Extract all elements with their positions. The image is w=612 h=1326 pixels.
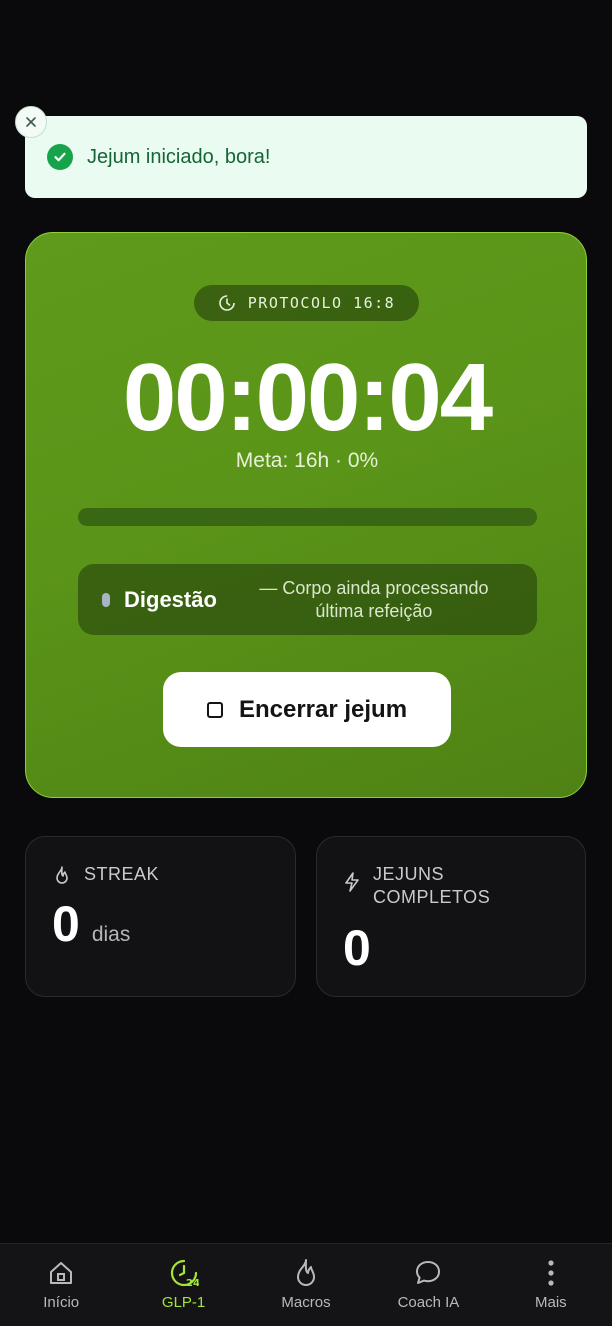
streak-unit: dias [91,923,131,946]
fasting-phase-box: Digestão — Corpo ainda processando últim… [78,564,537,635]
nav-label-glp1: GLP-1 [161,1294,206,1311]
goal-progress-text: Meta: 16h · 0% [235,449,379,472]
completed-fasts-card: JEJUNS COMPLETOS 0 [316,836,586,997]
streak-label: STREAK [84,864,160,884]
success-toast: Jejum iniciado, bora! [25,116,587,198]
flame-icon [56,866,68,884]
stop-square-icon [206,701,223,718]
nav-item-glp1[interactable]: 24 GLP-1 [122,1244,244,1326]
lightning-icon [345,872,359,892]
streak-value: 0 [52,896,80,952]
nav-item-mais[interactable]: Mais [490,1244,612,1326]
end-fast-label: Encerrar jejum [238,695,408,723]
clock-history-icon [218,295,235,311]
elapsed-timer: 00:00:04 [122,344,493,451]
home-icon [46,1258,76,1288]
nav-label-inicio: Início [43,1294,80,1311]
toast-close-button[interactable] [15,106,47,138]
bottom-navigation: Início 24 GLP-1 Macros Coach IA Mais [0,1243,612,1326]
nav-item-macros[interactable]: Macros [245,1244,367,1326]
completed-fasts-value: 0 [343,920,371,976]
protocol-badge[interactable]: PROTOCOLO 16:8 [194,285,419,321]
more-vertical-icon [536,1258,566,1288]
end-fast-button[interactable]: Encerrar jejum [163,672,451,747]
check-circle-icon [47,144,73,170]
nav-item-coach-ia[interactable]: Coach IA [367,1244,489,1326]
nav-item-inicio[interactable]: Início [0,1244,122,1326]
streak-card: STREAK 0 dias [25,836,296,997]
phase-description: — Corpo ainda processando última refeiçã… [259,577,489,621]
nav-label-coach-ia: Coach IA [397,1294,460,1311]
svg-text:24: 24 [186,1278,199,1288]
chat-bubble-icon [413,1258,443,1288]
nav-label-macros: Macros [281,1294,331,1311]
close-icon [26,117,36,127]
toast-message: Jejum iniciado, bora! [87,145,271,168]
protocol-label: PROTOCOLO 16:8 [247,294,396,312]
fasting-progress-bar [78,508,537,526]
fasting-screen: Jejum iniciado, bora! PROTOCOLO 16:8 00:… [0,0,612,1326]
flame-icon [291,1258,321,1288]
nav-label-mais: Mais [534,1294,567,1311]
phase-name: Digestão [124,586,217,612]
clock-24-icon: 24 [169,1258,199,1288]
fasting-timer-card: PROTOCOLO 16:8 00:00:04 Meta: 16h · 0% D… [25,232,587,798]
phase-indicator-dot [102,592,110,607]
completed-fasts-label: JEJUNS COMPLETOS [373,864,491,907]
